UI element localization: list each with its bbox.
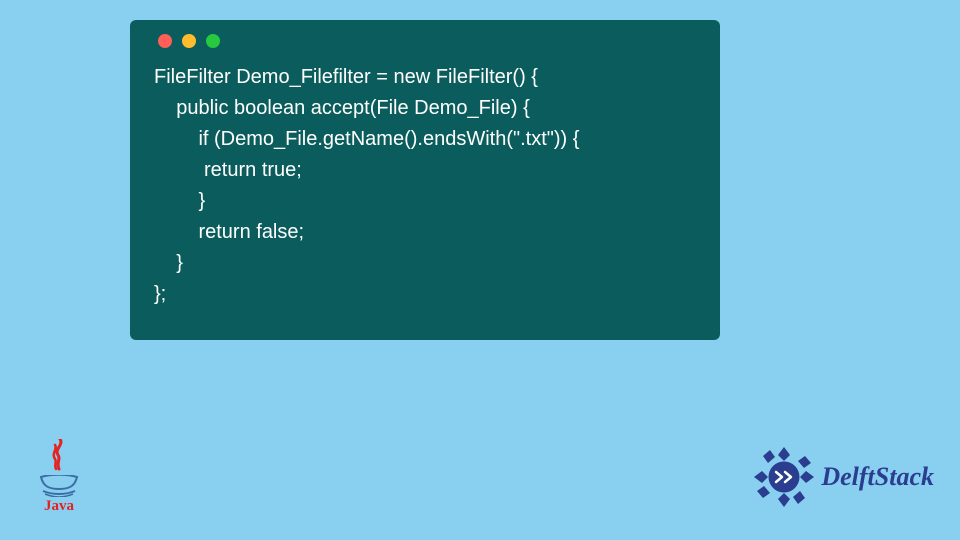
java-steam-icon (46, 439, 72, 473)
traffic-lights (158, 34, 696, 48)
delftstack-logo-text: DelftStack (821, 462, 934, 492)
close-icon[interactable] (158, 34, 172, 48)
minimize-icon[interactable] (182, 34, 196, 48)
java-logo-text: Java (44, 498, 74, 515)
maximize-icon[interactable] (206, 34, 220, 48)
delftstack-logo: DelftStack (749, 442, 934, 512)
code-block: FileFilter Demo_Filefilter = new FileFil… (154, 62, 696, 310)
java-logo: Java (30, 437, 88, 515)
delftstack-icon (749, 442, 819, 512)
java-cup-icon (37, 475, 81, 497)
code-window: FileFilter Demo_Filefilter = new FileFil… (130, 20, 720, 340)
